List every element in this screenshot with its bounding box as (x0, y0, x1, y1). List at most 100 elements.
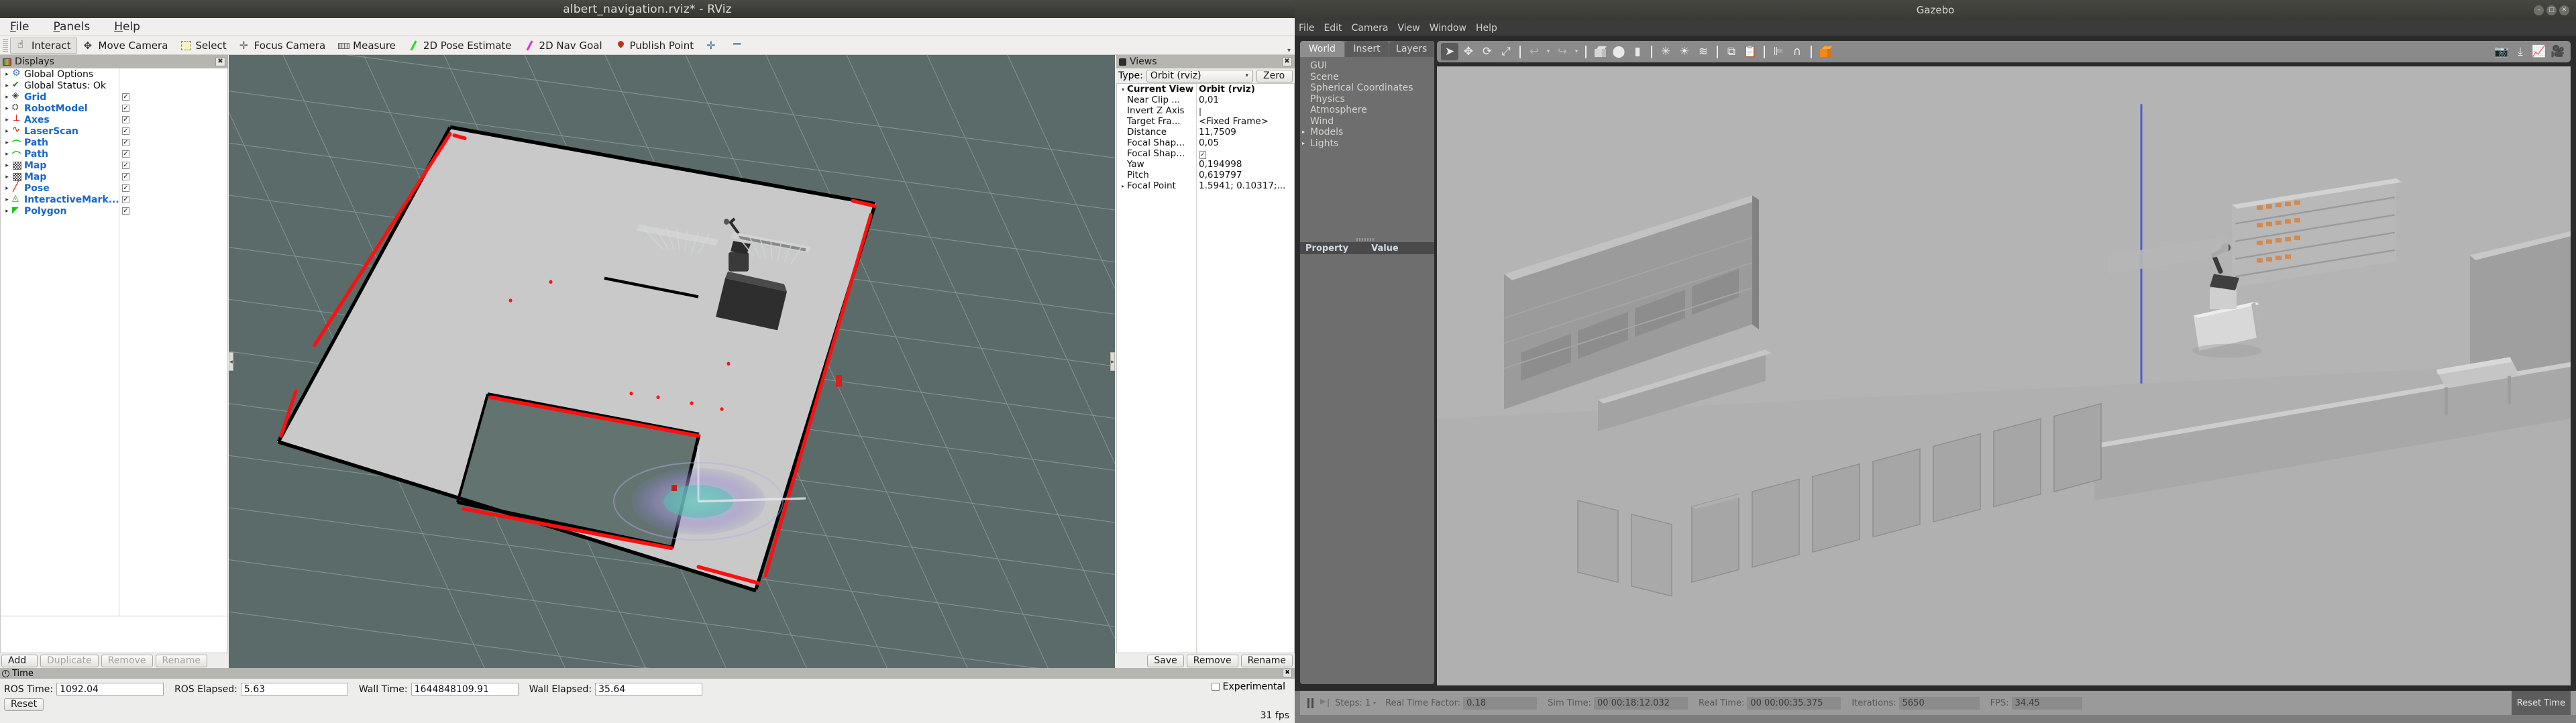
gazebo-menu-view[interactable]: View (1398, 23, 1420, 34)
menu-file[interactable]: File (5, 18, 34, 36)
translate-icon[interactable]: ✥ (1460, 43, 1477, 60)
display-item-global-status-ok[interactable]: ▸ Global Status: Ok (1, 80, 227, 91)
toolbar-grip[interactable] (3, 38, 8, 52)
rviz-3d-viewport[interactable]: ◂ ▸ (229, 55, 1115, 668)
tab-insert[interactable]: Insert (1344, 41, 1389, 57)
expander-icon[interactable]: ▸ (3, 185, 11, 192)
tool-measure[interactable]: Measure (331, 38, 402, 54)
gazebo-tree-item-atmosphere[interactable]: Atmosphere (1309, 105, 1434, 116)
scale-icon[interactable]: ⤢ (1497, 43, 1515, 60)
expander-icon[interactable]: ▸ (3, 151, 11, 158)
display-enable-checkbox[interactable]: ✓ (122, 93, 129, 101)
expander-icon[interactable]: ▸ (3, 105, 11, 112)
gazebo-3d-viewport[interactable] (1437, 66, 2571, 685)
view-property-row[interactable]: Focal Shap... ✓ (1117, 148, 1294, 159)
display-item-laserscan[interactable]: ▸ LaserScan ✓ (1, 124, 227, 137)
tool-add[interactable] (700, 38, 724, 54)
view-property-row[interactable]: Focal Shap... 0,05 (1117, 137, 1294, 148)
view-property-row[interactable]: Invert Z Axis (1117, 105, 1294, 116)
directional-light-icon[interactable]: ≋ (1695, 43, 1712, 60)
gazebo-world-tree[interactable]: GUI Scene Spherical Coordinates Physics Atmo… (1300, 57, 1434, 149)
view-property-row[interactable]: Pitch 0,619797 (1117, 170, 1294, 180)
toolbar-overflow-icon[interactable]: ▾ (1287, 47, 1291, 54)
expander-icon[interactable]: ▸ (1119, 183, 1127, 189)
display-item-map[interactable]: ▸ Map ✓ (1, 171, 227, 182)
tool-select[interactable]: Select (174, 38, 232, 54)
step-forward-icon[interactable] (1320, 697, 1331, 709)
expander-icon[interactable]: ▸ (3, 208, 11, 215)
view-property-row[interactable]: Near Clip ... 0,01 (1117, 95, 1294, 105)
gazebo-menu-help[interactable]: Help (1476, 23, 1497, 34)
gazebo-tree-item-spherical-coordinates[interactable]: Spherical Coordinates (1309, 82, 1434, 94)
gazebo-menu-window[interactable]: Window (1430, 23, 1466, 34)
tool-interact[interactable]: Interact (10, 37, 77, 54)
gazebo-menu-edit[interactable]: Edit (1324, 23, 1342, 34)
expander-icon[interactable]: ▾ (1119, 87, 1127, 93)
expander-icon[interactable]: ▸ (3, 71, 11, 78)
view-property-row[interactable]: Target Fra... <Fixed Frame> (1117, 116, 1294, 127)
snap-magnet-icon[interactable]: ∩ (1788, 43, 1806, 60)
display-enable-checkbox[interactable]: ✓ (122, 105, 129, 112)
duplicate-display-button[interactable]: Duplicate (40, 654, 99, 667)
redo-icon[interactable]: ↪ (1554, 43, 1571, 60)
tool-publish-point[interactable]: Publish Point (608, 38, 700, 54)
gazebo-tree-item-scene[interactable]: Scene (1309, 72, 1434, 83)
displays-close-icon[interactable]: ✖ (215, 57, 225, 66)
expander-icon[interactable]: ▸ (3, 94, 11, 101)
display-enable-checkbox[interactable]: ✓ (122, 162, 129, 169)
gazebo-tree-item-lights[interactable]: ▸ Lights (1302, 138, 1434, 150)
wall-elapsed-field[interactable]: 35.64 (595, 683, 703, 696)
time-close-icon[interactable]: ✖ (1283, 669, 1292, 677)
display-enable-checkbox[interactable]: ✓ (122, 184, 129, 192)
viewport-left-splitter[interactable]: ◂ (229, 352, 233, 371)
box-icon[interactable] (1591, 43, 1609, 60)
expander-icon[interactable]: ▸ (3, 174, 11, 180)
expander-icon[interactable]: ▸ (3, 82, 11, 89)
zero-button[interactable]: Zero (1256, 69, 1293, 82)
spot-light-icon[interactable]: ☀ (1676, 43, 1693, 60)
view-property-value[interactable]: ✓ (1196, 148, 1294, 159)
paste-icon[interactable]: 📋 (1741, 43, 1759, 60)
display-item-path[interactable]: ▸ Path ✓ (1, 148, 227, 162)
viewport-right-splitter[interactable]: ▸ (1110, 352, 1115, 371)
gazebo-tree-item-wind[interactable]: Wind (1309, 116, 1434, 127)
display-item-axes[interactable]: ▸ Axes ✓ (1, 113, 227, 125)
display-item-polygon[interactable]: ▸ Polygon ✓ (1, 205, 227, 217)
views-close-icon[interactable]: ✖ (1282, 57, 1292, 66)
reset-time-button[interactable]: Reset (4, 698, 44, 711)
display-item-grid[interactable]: ▸ Grid ✓ (1, 91, 227, 103)
experimental-toggle[interactable]: Experimental (1211, 681, 1285, 692)
expander-icon[interactable]: ▸ (3, 197, 11, 203)
copy-icon[interactable]: ⧉ (1723, 43, 1740, 60)
wall-time-field[interactable]: 1644848109.91 (411, 683, 519, 696)
sphere-icon[interactable]: ⬤ (1610, 43, 1627, 60)
tool-focus-camera[interactable]: Focus Camera (233, 38, 331, 54)
display-enable-checkbox[interactable]: ✓ (122, 207, 129, 215)
expander-icon[interactable]: ▸ (3, 117, 11, 123)
gazebo-menu-file[interactable]: File (1299, 23, 1314, 34)
steps-dropdown-icon[interactable]: ▾ (1373, 700, 1376, 706)
view-angle-cube-icon[interactable] (1817, 43, 1834, 60)
view-property-checkbox[interactable]: ✓ (1199, 151, 1206, 159)
tool-2d-nav-goal[interactable]: 2D Nav Goal (518, 38, 608, 54)
experimental-checkbox[interactable] (1211, 683, 1220, 691)
gazebo-tree-item-models[interactable]: ▸ Models (1302, 127, 1434, 138)
tab-world[interactable]: World (1300, 41, 1344, 57)
add-display-button[interactable]: Add (1, 654, 38, 667)
display-enable-checkbox[interactable]: ✓ (122, 173, 129, 180)
display-item-pose[interactable]: ▸ Pose ✓ (1, 182, 227, 194)
maximize-icon[interactable]: □ (2546, 5, 2557, 15)
views-tree[interactable]: ▾ Current View Orbit (rviz) Near Clip ... 0,… (1116, 83, 1295, 653)
remove-view-button[interactable]: Remove (1186, 654, 1238, 667)
view-property-row[interactable]: ▸ Focal Point 1.5941; 0.10317;... (1117, 180, 1294, 191)
undo-dropdown-icon[interactable]: ▾ (1544, 48, 1552, 55)
display-enable-checkbox[interactable]: ✓ (122, 116, 129, 123)
gazebo-tree-item-physics[interactable]: Physics (1309, 94, 1434, 105)
undo-icon[interactable]: ↩ (1525, 43, 1543, 60)
menu-help[interactable]: Help (109, 18, 145, 36)
ros-time-field[interactable]: 1092.04 (56, 683, 164, 696)
gazebo-panel-splitter[interactable] (1356, 238, 1375, 241)
point-light-icon[interactable]: ✳ (1657, 43, 1674, 60)
displays-tree[interactable]: ▸Global Options▸Global Status: Ok▸Grid✓▸… (0, 68, 228, 616)
expander-icon[interactable]: ▸ (3, 140, 11, 146)
